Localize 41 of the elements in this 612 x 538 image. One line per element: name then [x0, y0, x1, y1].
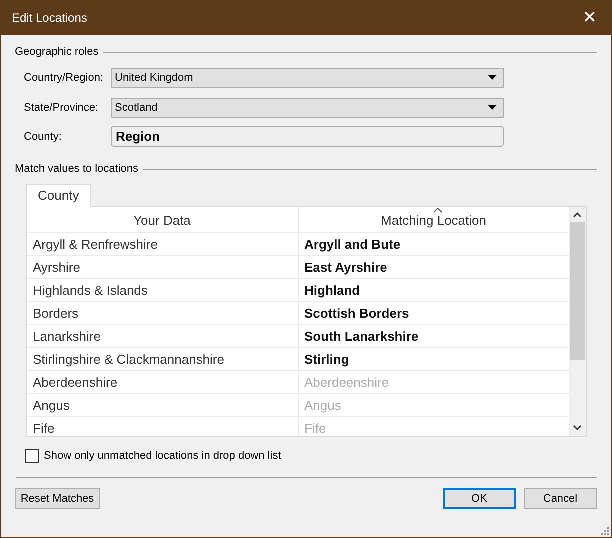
dropdown[interactable]: United Kingdom	[111, 68, 504, 88]
table-cell[interactable]: South Lanarkshire	[298, 325, 569, 347]
table-cell: Lanarkshire	[27, 325, 298, 347]
section-heading: Geographic roles	[15, 46, 99, 58]
scroll-up-icon[interactable]	[573, 212, 582, 218]
dialog-button[interactable]: Cancel	[524, 488, 597, 509]
table-cell: Highlands & Islands	[27, 279, 298, 301]
checkbox-label[interactable]: Show only unmatched locations in drop down list	[44, 450, 282, 462]
section-heading: Match values to locations	[15, 163, 139, 175]
dialog-button[interactable]: OK	[443, 488, 516, 509]
table-cell: Ayrshire	[27, 256, 298, 278]
dropdown-arrow-icon	[488, 75, 497, 80]
close-button[interactable]: ✕	[578, 6, 601, 30]
dialog-button[interactable]: Reset Matches	[15, 488, 100, 509]
field-label: County:	[24, 130, 63, 142]
table-cell: Angus	[27, 394, 298, 416]
checkbox[interactable]	[25, 449, 39, 463]
table-cell[interactable]: East Ayrshire	[298, 256, 569, 278]
sort-caret-icon	[434, 208, 442, 213]
table-cell: Stirlingshire & Clackmannanshire	[27, 348, 298, 370]
table-cell: Fife	[27, 417, 298, 436]
tab[interactable]: County	[26, 184, 92, 207]
field-label: Country/Region:	[24, 72, 104, 84]
resize-grip-icon[interactable]	[601, 527, 609, 535]
value-field: Region	[111, 126, 504, 147]
field-label: State/Province:	[24, 102, 100, 114]
column-header[interactable]: Matching Location	[380, 213, 486, 228]
table-cell[interactable]: Highland	[298, 279, 569, 301]
window-title: Edit Locations	[12, 11, 88, 25]
table-cell: Aberdeenshire	[27, 371, 298, 393]
table-cell[interactable]: Scottish Borders	[298, 302, 569, 324]
table-cell: Borders	[27, 302, 298, 324]
table-cell: Argyll & Renfrewshire	[27, 233, 298, 255]
scroll-thumb[interactable]	[570, 222, 585, 360]
table-cell[interactable]: Argyll and Bute	[298, 233, 569, 255]
scroll-down-icon[interactable]	[573, 425, 582, 431]
dropdown-arrow-icon	[488, 105, 497, 110]
scrollbar[interactable]	[569, 207, 586, 436]
dropdown[interactable]: Scotland	[111, 98, 504, 118]
table-cell[interactable]: Stirling	[298, 348, 569, 370]
column-header[interactable]: Your Data	[134, 213, 191, 228]
